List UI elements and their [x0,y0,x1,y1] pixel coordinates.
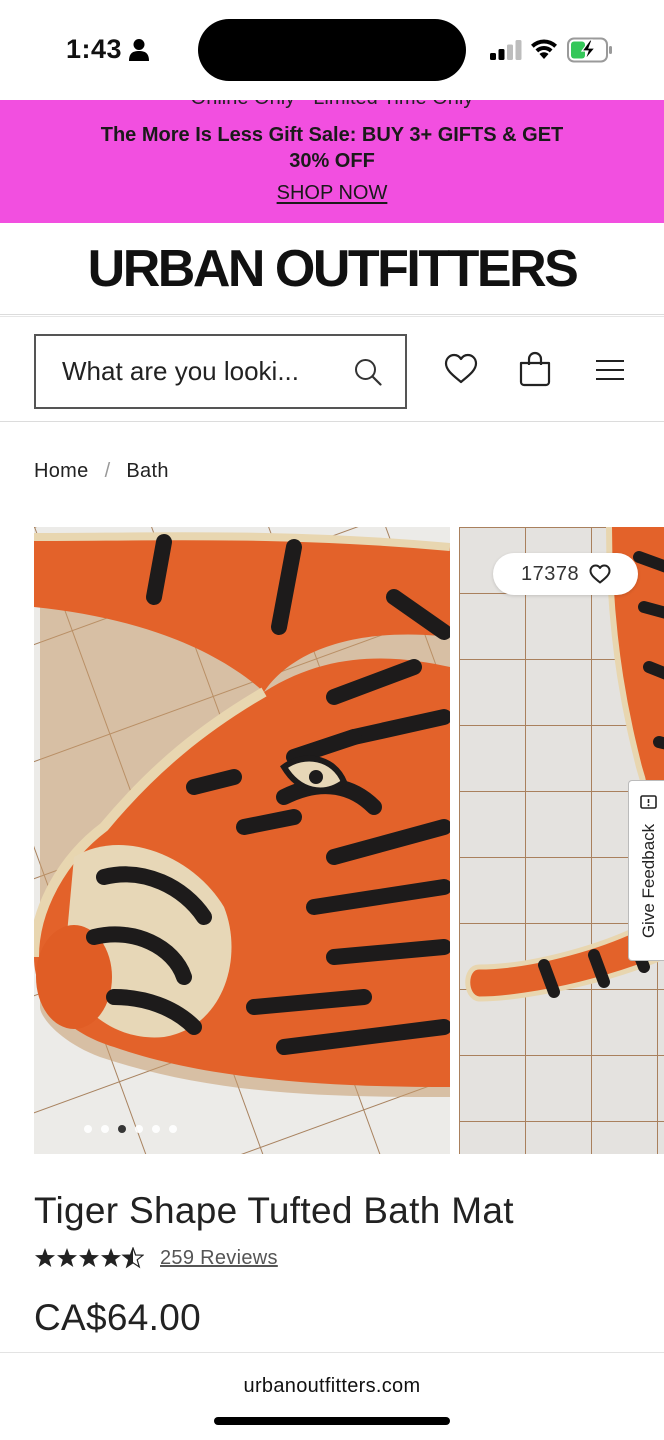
wishlist-count: 17378 [521,563,580,585]
wifi-icon [531,39,557,59]
give-feedback-tab[interactable]: Give Feedback [628,780,664,961]
breadcrumb: Home / Bath [34,460,169,483]
pagination-dot[interactable] [169,1125,177,1133]
signal-icon [490,40,522,60]
feedback-icon [640,795,657,809]
shop-now-link[interactable]: SHOP NOW [0,182,664,205]
menu-icon[interactable] [595,359,625,381]
product-gallery[interactable] [0,527,664,1154]
home-indicator[interactable] [214,1417,450,1425]
breadcrumb-bath[interactable]: Bath [126,460,168,482]
reviews-link[interactable]: 259 Reviews [160,1247,278,1270]
promo-banner: Online Only • Limited Time Only The More… [0,100,664,223]
bag-icon[interactable] [518,351,552,387]
product-rating: 259 Reviews [34,1245,278,1271]
search-box[interactable] [34,334,407,409]
product-price: CA$64.00 [34,1297,201,1338]
pagination-dot[interactable] [101,1125,109,1133]
product-image-1[interactable] [34,527,450,1154]
gallery-pagination [84,1125,177,1137]
wishlist-count-button[interactable]: 17378 [493,553,638,595]
pagination-dot-active[interactable] [118,1125,126,1133]
promo-main-text: The More Is Less Gift Sale: BUY 3+ GIFTS… [100,124,564,172]
url-text[interactable]: urbanoutfitters.com [0,1375,664,1398]
battery-charging-icon [567,37,612,63]
star-rating-icon [35,1247,144,1268]
logo-bar: URBAN OUTFITTERS [0,223,664,315]
product-title: Tiger Shape Tufted Bath Mat [34,1190,514,1231]
dynamic-island [198,19,466,81]
search-input[interactable] [62,336,344,407]
heart-icon [589,564,611,584]
status-time: 1:43 [66,34,123,64]
breadcrumb-home[interactable]: Home [34,460,89,482]
promo-top-text: Online Only • Limited Time Only [0,100,664,110]
breadcrumb-separator: / [104,460,111,482]
search-icon[interactable] [354,358,382,386]
tiger-mat-photo-1 [34,527,450,1154]
browser-url-bar: urbanoutfitters.com [0,1352,664,1440]
heart-icon[interactable] [444,353,478,385]
pagination-dot[interactable] [135,1125,143,1133]
person-icon [129,39,149,61]
feedback-label: Give Feedback [638,824,658,939]
status-bar: 1:43 [0,0,664,100]
pagination-dot[interactable] [84,1125,92,1133]
header-toolbar [0,316,664,422]
site-logo[interactable]: URBAN OUTFITTERS [0,239,664,299]
pagination-dot[interactable] [152,1125,160,1133]
